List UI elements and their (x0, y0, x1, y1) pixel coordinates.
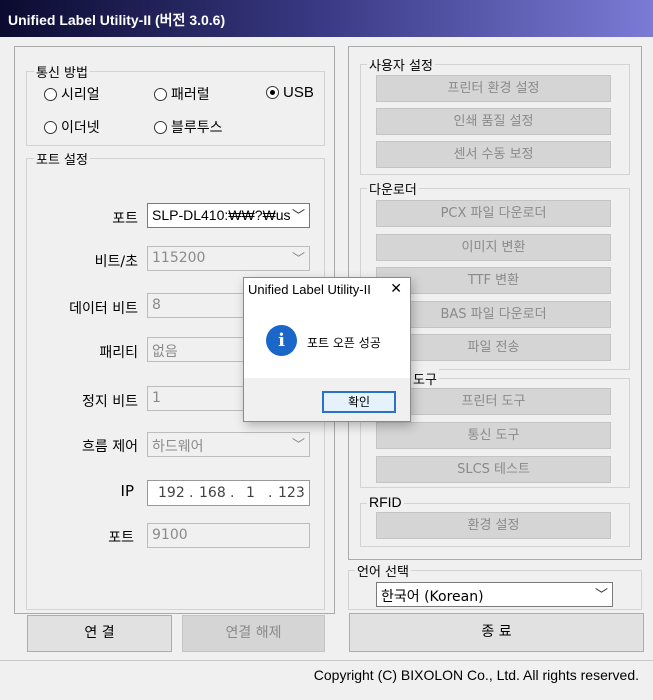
exit-button[interactable]: 종 료 (349, 613, 644, 652)
port-label: 포트 (112, 211, 138, 227)
rfid-settings-button[interactable]: 환경 설정 (376, 512, 611, 539)
tcp-port-label: 포트 (108, 530, 134, 546)
slcs-test-button[interactable]: SLCS 테스트 (376, 456, 611, 483)
radio-bluetooth-circle (154, 120, 167, 134)
connect-button[interactable]: 연 결 (27, 615, 172, 652)
ip-input[interactable]: 192 . 168 . 1 . 123 (147, 480, 310, 506)
chevron-down-icon: ﹀ (594, 588, 608, 603)
footer-divider (0, 660, 653, 661)
dialog-message: 포트 오픈 성공 (307, 336, 381, 350)
radio-ethernet[interactable]: 이더넷 (44, 117, 100, 137)
radio-serial[interactable]: 시리얼 (44, 84, 100, 104)
dialog-title: Unified Label Utility-II (248, 282, 371, 297)
radio-bluetooth[interactable]: 블루투스 (154, 117, 223, 137)
stopbits-select-value: 1 (152, 390, 161, 406)
tcp-port-value: 9100 (152, 527, 188, 543)
message-dialog: Unified Label Utility-II ✕ i 포트 오픈 성공 확인 (243, 277, 411, 422)
ip-octet-4[interactable]: 123 (278, 485, 305, 501)
radio-ethernet-circle (44, 120, 57, 134)
port-select-value: SLP-DL410:₩₩?₩us (152, 207, 291, 223)
ip-octet-3[interactable]: 1 (246, 485, 255, 501)
ip-octet-2[interactable]: 168 (199, 485, 226, 501)
info-icon: i (266, 325, 297, 356)
port-select[interactable]: SLP-DL410:₩₩?₩us ﹀ (147, 203, 310, 228)
radio-usb[interactable]: USB (266, 84, 314, 101)
radio-parallel[interactable]: 패러럴 (154, 84, 210, 104)
baud-label: 비트/초 (94, 254, 138, 270)
downloader-title: 다운로더 (367, 179, 419, 198)
radio-bluetooth-label: 블루투스 (171, 120, 223, 136)
flow-label: 흐름 제어 (82, 439, 138, 455)
ip-octet-1[interactable]: 192 (158, 485, 185, 501)
language-title: 언어 선택 (355, 561, 411, 580)
databits-select-value: 8 (152, 297, 161, 313)
language-select[interactable]: 한국어 (Korean) ﹀ (376, 582, 613, 607)
radio-parallel-circle (154, 87, 167, 101)
title-bar: Unified Label Utility-II (버전 3.0.6) (0, 0, 653, 37)
file-transfer-button[interactable]: 파일 전송 (376, 334, 611, 361)
tools-title: 도구 (411, 369, 439, 388)
radio-serial-label: 시리얼 (61, 87, 100, 103)
flow-select[interactable]: 하드웨어 ﹀ (147, 432, 310, 457)
radio-serial-circle (44, 87, 57, 101)
chevron-down-icon: ﹀ (291, 438, 305, 453)
databits-label: 데이터 비트 (69, 301, 138, 317)
copyright-text: Copyright (C) BIXOLON Co., Ltd. All righ… (313, 667, 639, 683)
printer-tool-button[interactable]: 프린터 도구 (376, 388, 611, 415)
user-settings-title: 사용자 설정 (367, 55, 435, 74)
baud-select[interactable]: 115200 ﹀ (147, 246, 310, 271)
port-group-title: 포트 설정 (34, 149, 90, 168)
baud-select-value: 115200 (152, 250, 206, 266)
ip-dot-3: . (268, 485, 273, 501)
close-icon[interactable]: ✕ (390, 281, 402, 297)
ttf-convert-button[interactable]: TTF 변환 (376, 267, 611, 294)
ip-dot-1: . (189, 485, 194, 501)
disconnect-button[interactable]: 연결 해제 (182, 615, 325, 652)
ip-label: IP (120, 482, 134, 500)
bas-download-button[interactable]: BAS 파일 다운로더 (376, 301, 611, 328)
comm-group-title: 통신 방법 (34, 62, 90, 81)
sensor-calibration-button[interactable]: 센서 수동 보정 (376, 141, 611, 168)
flow-select-value: 하드웨어 (152, 439, 204, 455)
rfid-title: RFID (367, 494, 404, 510)
stopbits-label: 정지 비트 (82, 394, 138, 410)
pcx-download-button[interactable]: PCX 파일 다운로더 (376, 200, 611, 227)
radio-parallel-label: 패러럴 (171, 87, 210, 103)
parity-select-value: 없음 (152, 344, 178, 360)
radio-usb-label: USB (283, 84, 314, 101)
tcp-port-input[interactable]: 9100 (147, 523, 310, 548)
ip-dot-2: . (230, 485, 235, 501)
chevron-down-icon: ﹀ (291, 252, 305, 267)
language-select-value: 한국어 (Korean) (381, 589, 484, 605)
image-convert-button[interactable]: 이미지 변환 (376, 234, 611, 261)
printer-env-button[interactable]: 프린터 환경 설정 (376, 75, 611, 102)
comm-tool-button[interactable]: 통신 도구 (376, 422, 611, 449)
print-quality-button[interactable]: 인쇄 품질 설정 (376, 108, 611, 135)
window-title: Unified Label Utility-II (버전 3.0.6) (8, 12, 226, 28)
parity-label: 패리티 (99, 345, 138, 361)
radio-usb-circle (266, 86, 279, 99)
chevron-down-icon: ﹀ (291, 209, 305, 224)
radio-ethernet-label: 이더넷 (61, 120, 100, 136)
ok-button[interactable]: 확인 (322, 391, 396, 413)
